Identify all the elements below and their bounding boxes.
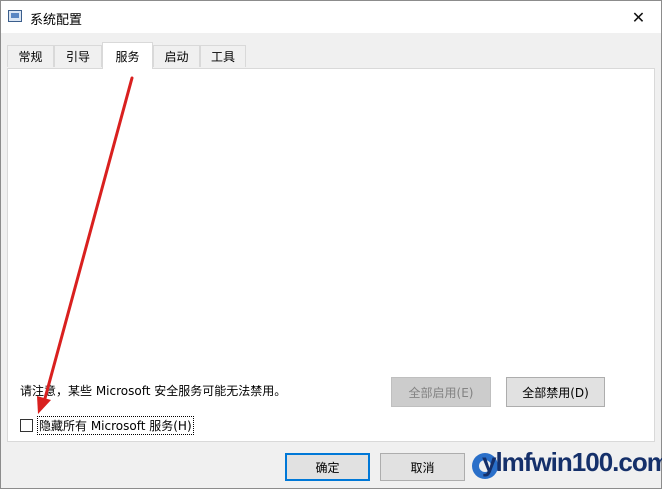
hide-microsoft-services-label[interactable]: 隐藏所有 Microsoft 服务(H) — [37, 415, 194, 435]
close-button[interactable]: ✕ — [616, 1, 661, 33]
tab-tools[interactable]: 工具 — [200, 45, 246, 67]
tab-services[interactable]: 服务 — [102, 42, 153, 69]
cancel-button[interactable]: 取消 — [380, 453, 465, 481]
disable-all-button[interactable]: 全部禁用(D) — [506, 377, 605, 407]
msconfig-icon — [8, 10, 22, 22]
title-bar: 系统配置 ✕ — [1, 1, 661, 33]
watermark-text: ylmfwin100.com — [482, 447, 662, 477]
hide-microsoft-services-checkbox[interactable] — [20, 418, 33, 432]
tab-startup[interactable]: 启动 — [153, 45, 200, 67]
tab-general[interactable]: 常规 — [7, 45, 54, 67]
system-configuration-window: 系统配置 ✕ 常规 引导 服务 启动 工具 请注意，某些 Microsoft 安… — [0, 0, 662, 489]
security-services-notice: 请注意，某些 Microsoft 安全服务可能无法禁用。 — [20, 384, 287, 398]
enable-all-button[interactable]: 全部启用(E) — [391, 377, 491, 407]
tab-boot[interactable]: 引导 — [54, 45, 102, 67]
hide-microsoft-services-option[interactable]: 隐藏所有 Microsoft 服务(H) — [20, 415, 194, 435]
window-title: 系统配置 — [30, 13, 83, 28]
ok-button[interactable]: 确定 — [285, 453, 370, 481]
site-watermark: ylmfwin100.com — [466, 443, 662, 487]
